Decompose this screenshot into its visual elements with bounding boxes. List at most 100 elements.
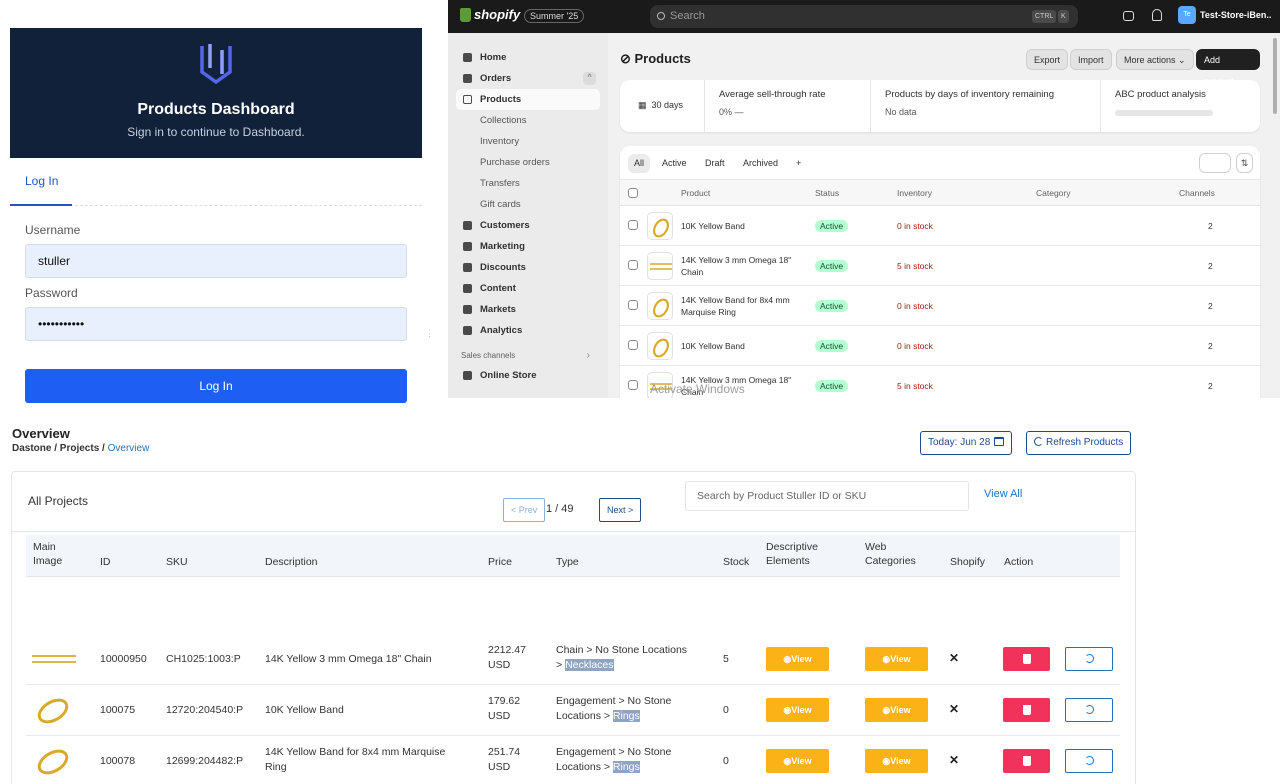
login-button[interactable]: Log In xyxy=(25,369,407,403)
sync-button[interactable] xyxy=(1065,698,1113,722)
sidebar-item-transfers[interactable]: Transfers xyxy=(448,173,608,194)
sync-button[interactable] xyxy=(1065,749,1113,773)
sidebar-item-inventory[interactable]: Inventory xyxy=(448,131,608,152)
select-all-checkbox[interactable] xyxy=(628,188,638,198)
store-name[interactable]: Test-Store-iBen.. xyxy=(1200,10,1271,20)
date-button[interactable]: Today: Jun 28 xyxy=(920,431,1013,455)
row-checkbox[interactable] xyxy=(628,220,638,230)
sidebar-item-label: Analytics xyxy=(480,325,523,336)
sidebar-item-analytics[interactable]: Analytics xyxy=(448,320,608,341)
col-category[interactable]: Category xyxy=(1036,188,1071,198)
delete-button[interactable] xyxy=(1003,647,1050,671)
sidebar-item-home[interactable]: Home xyxy=(448,47,608,68)
product-thumbnail[interactable] xyxy=(647,212,673,240)
col-status[interactable]: Status xyxy=(815,188,839,198)
filter-draft[interactable]: Draft xyxy=(699,154,731,173)
row-checkbox[interactable] xyxy=(628,260,638,270)
product-name[interactable]: 14K Yellow 3 mm Omega 18" Chain xyxy=(681,254,801,278)
sidebar-item-purchase-orders[interactable]: Purchase orders xyxy=(448,152,608,173)
add-view-icon[interactable]: + xyxy=(790,154,807,173)
sidebar-item-content[interactable]: Content xyxy=(448,278,608,299)
view-categories-button[interactable]: ◉View xyxy=(865,698,928,722)
sync-button[interactable] xyxy=(1065,647,1113,671)
row-sku: 12699:204482:P xyxy=(166,755,244,767)
sidebar-item-customers[interactable]: Customers xyxy=(448,215,608,236)
view-categories-button[interactable]: ◉View xyxy=(865,647,928,671)
refresh-products-button[interactable]: Refresh Products xyxy=(1026,431,1132,455)
product-name[interactable]: 10K Yellow Band xyxy=(681,340,801,352)
view-descriptive-button[interactable]: ◉View xyxy=(766,647,829,671)
username-input[interactable]: stuller xyxy=(25,244,407,278)
refresh-icon xyxy=(1034,437,1043,446)
next-page-button[interactable]: Next > xyxy=(599,498,642,522)
chevron-right-icon: › xyxy=(586,350,590,361)
sidebar-item-markets[interactable]: Markets xyxy=(448,299,608,320)
search-filter-icon[interactable] xyxy=(1199,153,1231,173)
row-checkbox[interactable] xyxy=(628,380,638,390)
breadcrumb-projects[interactable]: Projects xyxy=(60,443,99,454)
sidebar-item-online-store[interactable]: Online Store xyxy=(448,365,608,386)
sidebar-item-discounts[interactable]: Discounts xyxy=(448,257,608,278)
sort-icon[interactable]: ⇅ xyxy=(1236,153,1253,173)
sell-through-card[interactable]: Average sell-through rate 0% — xyxy=(704,80,870,132)
sales-channels-header[interactable]: Sales channels › xyxy=(448,347,608,365)
row-checkbox[interactable] xyxy=(628,340,638,350)
tab-login[interactable]: Log In xyxy=(25,174,58,188)
filter-active[interactable]: Active xyxy=(656,154,693,173)
filter-all[interactable]: All xyxy=(628,154,651,173)
row-id: 100078 xyxy=(100,755,136,767)
shopify-search-input[interactable]: Search CTRL K xyxy=(650,5,1078,28)
bell-icon[interactable] xyxy=(1152,9,1162,21)
delete-button[interactable] xyxy=(1003,749,1050,773)
col-product[interactable]: Product xyxy=(681,188,710,198)
days-inventory-card[interactable]: Products by days of inventory remaining … xyxy=(870,80,1100,132)
table-row[interactable]: 14K Yellow Band for 8x4 mm Marquise Ring… xyxy=(620,286,1260,326)
sidebar-item-collections[interactable]: Collections xyxy=(448,110,608,131)
sidebar-item-products[interactable]: Products xyxy=(456,89,600,110)
abc-analysis-card[interactable]: ABC product analysis xyxy=(1100,80,1260,132)
filter-archived[interactable]: Archived xyxy=(737,154,784,173)
view-descriptive-button[interactable]: ◉View xyxy=(766,749,829,773)
product-name[interactable]: 10K Yellow Band xyxy=(681,220,801,232)
password-label: Password xyxy=(25,286,78,300)
table-row[interactable]: 10K Yellow Band Active 0 in stock 2 xyxy=(620,206,1260,246)
product-name[interactable]: 14K Yellow Band for 8x4 mm Marquise Ring xyxy=(681,294,801,318)
view-all-link[interactable]: View All xyxy=(984,488,1022,500)
import-button[interactable]: Import xyxy=(1070,49,1112,70)
shopify-logo[interactable]: shopify xyxy=(460,7,520,22)
view-categories-button[interactable]: ◉View xyxy=(865,749,928,773)
delete-button[interactable] xyxy=(1003,698,1050,722)
more-actions-button[interactable]: More actions ⌄ xyxy=(1116,49,1194,70)
sidebar-item-gift-cards[interactable]: Gift cards xyxy=(448,194,608,215)
view-descriptive-button[interactable]: ◉View xyxy=(766,698,829,722)
date-range-picker[interactable]: ▦ 30 days xyxy=(638,100,683,111)
row-checkbox[interactable] xyxy=(628,300,638,310)
username-label: Username xyxy=(25,223,81,237)
sidebar-item-marketing[interactable]: Marketing xyxy=(448,236,608,257)
product-thumbnail[interactable] xyxy=(647,252,673,280)
col-channels[interactable]: Channels xyxy=(1179,188,1215,198)
sidekick-icon[interactable] xyxy=(1123,11,1134,21)
product-image xyxy=(31,644,77,674)
table-row[interactable]: 14K Yellow 3 mm Omega 18" Chain Active 5 i… xyxy=(620,246,1260,286)
split-handle-icon[interactable]: ⋮ xyxy=(425,328,435,348)
avatar[interactable]: Te xyxy=(1178,6,1196,24)
product-thumbnail[interactable] xyxy=(647,332,673,360)
breadcrumb-dastone[interactable]: Dastone xyxy=(12,443,51,454)
collapse-icon[interactable]: ^ xyxy=(583,72,596,85)
scrollbar[interactable] xyxy=(1273,38,1277,114)
add-product-button[interactable]: Add product xyxy=(1196,49,1260,86)
prev-page-button[interactable]: < Prev xyxy=(503,498,546,522)
product-thumbnail[interactable] xyxy=(647,292,673,320)
col-inventory[interactable]: Inventory xyxy=(897,188,932,198)
col-sku: SKU xyxy=(166,556,188,568)
product-search-input[interactable]: Search by Product Stuller ID or SKU xyxy=(685,481,969,511)
table-row[interactable]: 10K Yellow Band Active 0 in stock 2 xyxy=(620,326,1260,366)
sidebar-item-orders[interactable]: Orders ^ xyxy=(448,68,608,89)
more-actions-label: More actions xyxy=(1124,55,1176,65)
inventory-value: 5 in stock xyxy=(897,381,933,391)
export-button[interactable]: Export xyxy=(1026,49,1069,70)
edition-badge[interactable]: Summer '25 xyxy=(524,9,585,23)
password-input[interactable]: ••••••••••• xyxy=(25,307,407,341)
orders-icon xyxy=(463,74,472,83)
